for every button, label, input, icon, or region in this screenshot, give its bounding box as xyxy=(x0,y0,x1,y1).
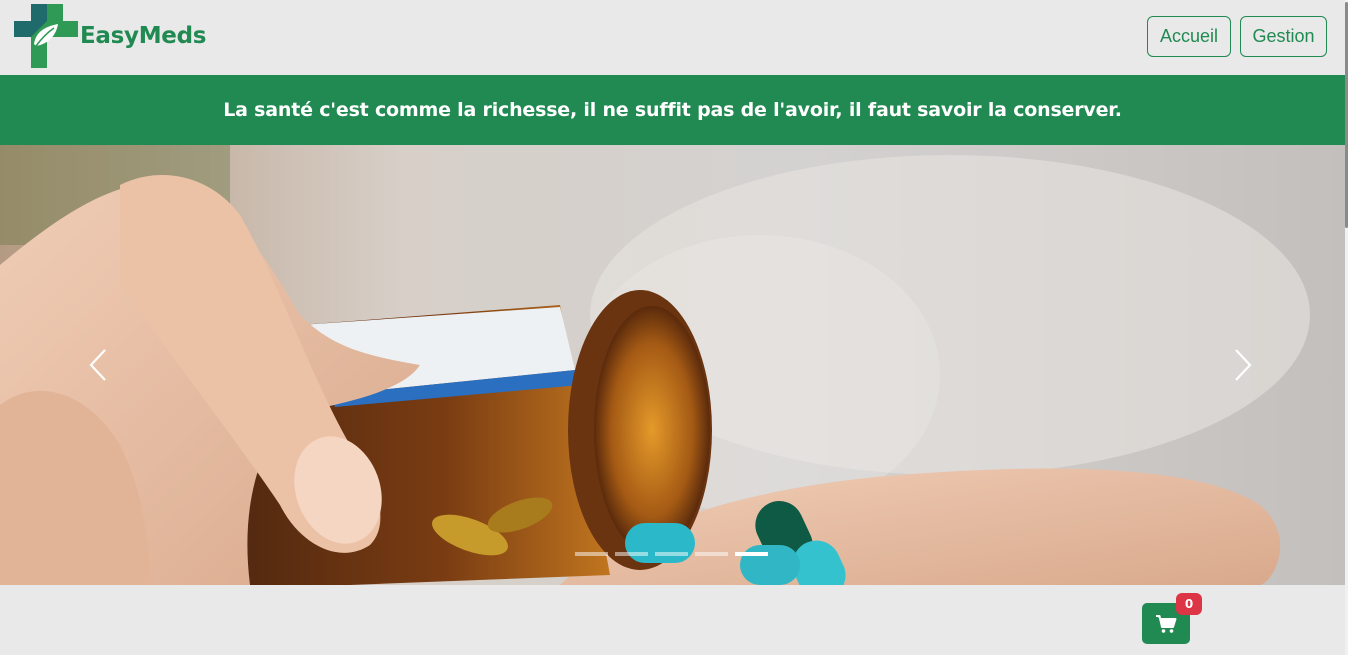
banner-quote: La santé c'est comme la richesse, il ne … xyxy=(223,99,1122,121)
nav-accueil-button[interactable]: Accueil xyxy=(1147,16,1231,57)
carousel-indicator[interactable] xyxy=(615,552,648,556)
nav-gestion-button[interactable]: Gestion xyxy=(1240,16,1327,57)
carousel-indicator[interactable] xyxy=(655,552,688,556)
carousel-slide-image xyxy=(0,145,1345,585)
navbar: EasyMeds Accueil Gestion xyxy=(0,0,1348,75)
carousel-prev-control[interactable] xyxy=(78,335,118,395)
carousel-indicator-active[interactable] xyxy=(735,552,768,556)
brand[interactable]: EasyMeds xyxy=(14,4,206,68)
brand-name: EasyMeds xyxy=(80,23,207,49)
carousel-indicators xyxy=(575,552,768,556)
hero-carousel xyxy=(0,145,1345,585)
chevron-left-icon xyxy=(89,349,106,381)
cart-count-badge: 0 xyxy=(1176,593,1202,615)
medical-cross-leaf-icon xyxy=(14,4,78,68)
carousel-indicator[interactable] xyxy=(695,552,728,556)
chevron-right-icon xyxy=(1235,349,1252,381)
shopping-cart-icon xyxy=(1156,614,1177,633)
carousel-next-control[interactable] xyxy=(1223,335,1263,395)
quote-banner: La santé c'est comme la richesse, il ne … xyxy=(0,75,1345,145)
carousel-indicator[interactable] xyxy=(575,552,608,556)
